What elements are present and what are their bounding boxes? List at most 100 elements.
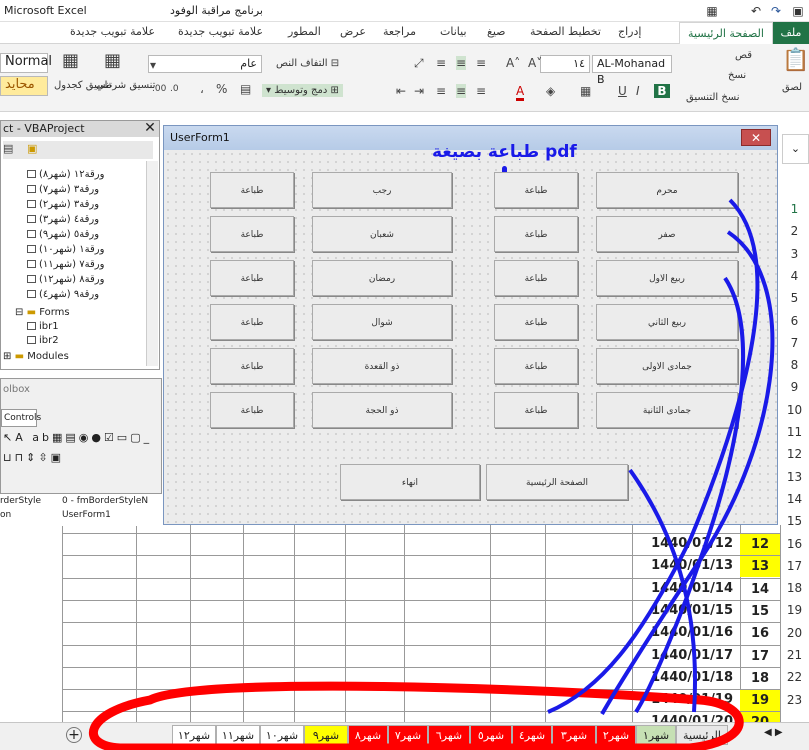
- row-header[interactable]: 2: [780, 224, 809, 238]
- row-header[interactable]: 16: [780, 537, 809, 551]
- month-button[interactable]: صفر: [596, 216, 738, 252]
- row-header[interactable]: 14: [780, 492, 809, 506]
- fill-color-icon[interactable]: ◈: [546, 84, 555, 98]
- toggle-folders-icon[interactable]: ▣: [27, 142, 37, 155]
- tab-home[interactable]: الصفحة الرئيسية: [679, 22, 773, 44]
- currency-icon[interactable]: ▤: [240, 82, 251, 96]
- row-header[interactable]: 19: [780, 603, 809, 617]
- redo-icon[interactable]: ↷: [768, 3, 784, 19]
- print-button[interactable]: طباعة: [210, 216, 294, 252]
- italic-button[interactable]: I: [636, 84, 640, 98]
- print-button[interactable]: طباعة: [210, 348, 294, 384]
- tab-file[interactable]: ملف: [773, 22, 809, 44]
- font-grow-icon[interactable]: A˄: [506, 56, 520, 70]
- prop-value-1[interactable]: 0 - fmBorderStyleN: [62, 496, 162, 506]
- tree-sheet-item[interactable]: ورقة٥ (شهر٩): [27, 229, 99, 240]
- font-name-select[interactable]: AL-Mohanad B: [592, 55, 672, 86]
- row-header[interactable]: 13: [780, 470, 809, 484]
- day-number-cell[interactable]: 17: [740, 646, 780, 667]
- tab-data[interactable]: بيانات: [440, 25, 467, 38]
- month-button[interactable]: جمادى الاولى: [596, 348, 738, 384]
- row-header[interactable]: 6: [780, 314, 809, 328]
- format-table-button[interactable]: تنسيق كجدول: [54, 80, 112, 91]
- sheet-tab[interactable]: شهر١٠: [260, 725, 304, 745]
- name-box-dropdown[interactable]: ⌄: [782, 134, 809, 164]
- sheet-tab[interactable]: شهر٤: [512, 725, 552, 745]
- style-neutral[interactable]: محايد: [0, 76, 48, 96]
- left-icon[interactable]: ≡: [436, 84, 446, 98]
- day-number-cell[interactable]: 14: [740, 579, 780, 600]
- paste-icon[interactable]: 📋: [782, 48, 809, 73]
- wrap-text-button[interactable]: التفاف النص ⊟: [276, 58, 339, 69]
- date-cell[interactable]: 1440/01/16: [632, 625, 737, 640]
- row-header[interactable]: 4: [780, 269, 809, 283]
- tree-sheet-item[interactable]: ورقة٩ (شهر٤): [27, 289, 99, 300]
- date-cell[interactable]: 1440/01/12: [632, 536, 737, 551]
- date-cell[interactable]: 1440/01/15: [632, 603, 737, 618]
- month-button[interactable]: ذو الحجة: [312, 392, 452, 428]
- center-icon[interactable]: ≡: [456, 84, 467, 98]
- tree-form-1[interactable]: ibr1: [27, 321, 59, 332]
- vba-scrollbar[interactable]: [146, 161, 158, 366]
- tab-review[interactable]: مراجعة: [383, 25, 416, 38]
- outdent-icon[interactable]: ⇥: [414, 84, 424, 98]
- sheet-tab[interactable]: شهر١٢: [172, 725, 216, 745]
- font-color-icon[interactable]: A: [516, 84, 525, 101]
- userform-close-icon[interactable]: ✕: [741, 129, 771, 146]
- row-header[interactable]: 9: [780, 380, 809, 394]
- day-number-cell[interactable]: 16: [740, 623, 780, 644]
- month-button[interactable]: رجب: [312, 172, 452, 208]
- sheet-tab[interactable]: شهر٧: [388, 725, 428, 745]
- qat-customize-icon[interactable]: ▦: [704, 3, 720, 19]
- month-button[interactable]: محرم: [596, 172, 738, 208]
- undo-icon[interactable]: ↶: [748, 3, 764, 19]
- row-header[interactable]: 17: [780, 559, 809, 573]
- date-cell[interactable]: 1440/01/14: [632, 581, 737, 596]
- row-header[interactable]: 11: [780, 425, 809, 439]
- sheet-tab[interactable]: شهر٢: [596, 725, 636, 745]
- format-table-icon[interactable]: ▦: [62, 50, 79, 71]
- tree-sheet-item[interactable]: ورقة٣ (شهر٧): [27, 184, 99, 195]
- tree-form-2[interactable]: ibr2: [27, 335, 59, 346]
- print-button[interactable]: طباعة: [494, 216, 578, 252]
- print-button[interactable]: طباعة: [210, 172, 294, 208]
- increase-decimal-icon[interactable]: .0: [170, 84, 179, 94]
- orientation-icon[interactable]: ⤢: [414, 56, 424, 71]
- print-button[interactable]: طباعة: [494, 172, 578, 208]
- sheet-tab[interactable]: شهر٥: [470, 725, 512, 745]
- row-header[interactable]: 3: [780, 247, 809, 261]
- underline-button[interactable]: U: [618, 84, 627, 98]
- tab-new-1[interactable]: علامة تبويب جديدة: [178, 25, 263, 38]
- tab-formulas[interactable]: صيغ: [487, 25, 506, 38]
- sheet-tab[interactable]: شهر١: [636, 725, 676, 745]
- row-header[interactable]: 8: [780, 358, 809, 372]
- tab-view[interactable]: عرض: [340, 25, 366, 38]
- view-code-icon[interactable]: ▤: [3, 142, 13, 155]
- month-button[interactable]: شعبان: [312, 216, 452, 252]
- toolbox-tab-controls[interactable]: Controls: [1, 409, 41, 427]
- print-button[interactable]: طباعة: [494, 392, 578, 428]
- print-button[interactable]: طباعة: [494, 260, 578, 296]
- tab-insert[interactable]: إدراج: [618, 25, 641, 38]
- tab-scroll-icon[interactable]: ◀ ▶: [764, 727, 783, 738]
- date-cell[interactable]: 1440/01/19: [632, 692, 737, 707]
- month-button[interactable]: جمادى الثانية: [596, 392, 738, 428]
- align-right-icon[interactable]: ≡: [456, 56, 467, 70]
- home-page-button[interactable]: الصفحة الرئيسية: [486, 464, 628, 500]
- month-button[interactable]: ربيع الاول: [596, 260, 738, 296]
- sheet-tab[interactable]: شهر٣: [552, 725, 596, 745]
- align-left-icon[interactable]: ≡: [436, 56, 446, 70]
- row-header[interactable]: 18: [780, 581, 809, 595]
- number-format-select[interactable]: عام: [148, 55, 262, 73]
- day-number-cell[interactable]: 15: [740, 601, 780, 622]
- day-number-cell[interactable]: 18: [740, 668, 780, 689]
- row-header[interactable]: 12: [780, 447, 809, 461]
- tree-sheet-item[interactable]: ورقة١٢ (شهر٨): [27, 169, 104, 180]
- exit-button[interactable]: انهاء: [340, 464, 480, 500]
- save-icon[interactable]: ▣: [790, 3, 806, 19]
- sheet-tab[interactable]: شهر٨: [348, 725, 388, 745]
- font-shrink-icon[interactable]: A˅: [528, 56, 542, 70]
- tree-sheet-item[interactable]: ورقة١ (شهر١٠): [27, 244, 104, 255]
- print-button[interactable]: طباعة: [210, 392, 294, 428]
- tab-page-layout[interactable]: تخطيط الصفحة: [530, 25, 601, 38]
